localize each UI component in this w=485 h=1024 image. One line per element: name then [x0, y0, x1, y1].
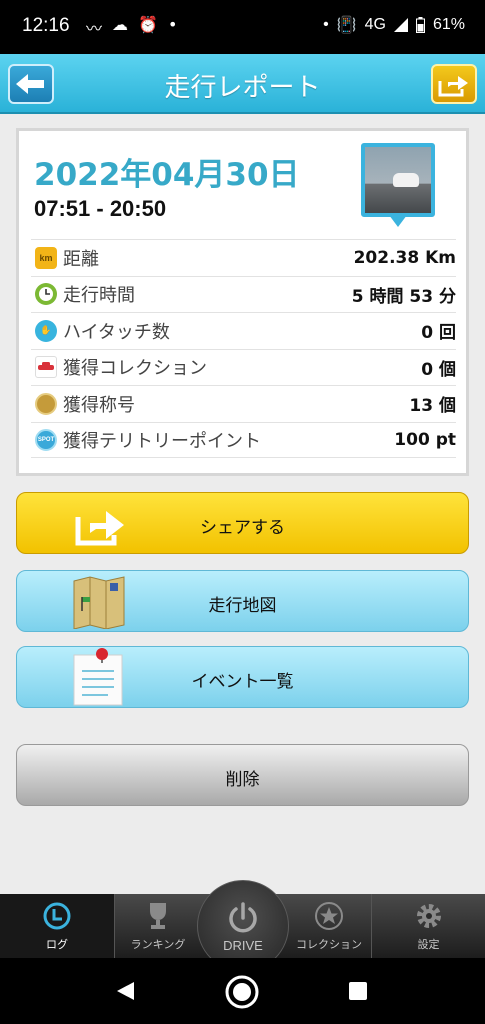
dot-icon: • [323, 16, 329, 33]
delete-button-label: 削除 [225, 770, 260, 790]
stat-label: ハイタッチ数 [63, 321, 170, 343]
stat-row-collection: 獲得コレクション 0 個 [31, 348, 456, 386]
status-system-icons: • 📳 4G 61% [323, 15, 465, 35]
vibrate-icon: 📳 [336, 17, 357, 34]
thumbnail-pin-pointer [389, 215, 407, 227]
car-collection-icon [35, 356, 57, 379]
km-icon: km [35, 246, 57, 269]
tab-settings[interactable]: 設定 [372, 894, 485, 958]
tab-label: 設定 [417, 938, 440, 951]
event-list-button-label: イベント一覧 [191, 672, 294, 692]
tab-ranking[interactable]: ランキング [114, 894, 202, 958]
status-time: 12:16 [22, 15, 70, 36]
weather-icon: ☁ [112, 15, 129, 34]
signal-wave-icon: 〰 [86, 19, 103, 38]
report-card: 2022年04月30日 07:51 - 20:50 km 距離 202.38 K… [16, 128, 469, 476]
stat-value: 0 回 [421, 323, 456, 344]
stat-row-territory-points: SPOT 獲得テリトリーポイント 100 pt [31, 421, 456, 458]
star-icon [313, 900, 345, 932]
stat-value: 100 pt [394, 429, 456, 450]
high-touch-icon: ✋ [35, 319, 57, 342]
report-time-range: 07:51 - 20:50 [34, 196, 167, 221]
drive-map-button-label: 走行地図 [208, 596, 277, 616]
header-share-button[interactable] [431, 64, 477, 104]
tab-label: コレクション [296, 938, 362, 951]
page-title: 走行レポート [164, 73, 321, 103]
stat-label: 走行時間 [63, 285, 135, 307]
network-type: 4G [364, 16, 386, 33]
stat-label: 距離 [63, 248, 99, 270]
status-notification-icons: 〰 ☁ ⏰ • [86, 15, 177, 39]
system-home-icon[interactable] [224, 974, 260, 1010]
delete-button[interactable]: 削除 [16, 744, 469, 806]
stat-label: 獲得称号 [63, 394, 135, 416]
title-medal-icon [35, 392, 57, 415]
nav-divider [371, 894, 372, 958]
tab-label: ログ [46, 938, 68, 951]
stat-label: 獲得コレクション [63, 358, 207, 380]
system-recents-icon[interactable] [348, 981, 368, 1001]
signal-icon [393, 18, 408, 32]
trophy-icon [142, 900, 174, 932]
tab-collection[interactable]: コレクション [286, 894, 372, 958]
system-nav-bar [0, 958, 485, 1024]
tab-label: ランキング [130, 938, 186, 951]
stat-value: 0 個 [421, 359, 456, 380]
dot-icon: • [167, 15, 178, 34]
stat-row-drive-time: 走行時間 5 時間 53 分 [31, 275, 456, 313]
stat-row-high-touch: ✋ ハイタッチ数 0 回 [31, 312, 456, 349]
drive-photo-thumbnail[interactable] [361, 143, 435, 217]
nav-divider [114, 894, 115, 958]
battery-level: 61% [432, 16, 465, 33]
clock-icon [35, 283, 57, 306]
spot-icon: SPOT [35, 428, 57, 451]
drive-button-label: DRIVE [223, 937, 263, 953]
stat-row-titles: 獲得称号 13 個 [31, 385, 456, 422]
share-arrow-icon [438, 76, 468, 97]
power-icon [229, 901, 257, 932]
stat-value: 5 時間 53 分 [351, 286, 456, 307]
log-clock-icon [41, 900, 73, 932]
stat-value: 202.38 Km [353, 247, 456, 268]
event-list-button[interactable]: イベント一覧 [16, 646, 469, 708]
stat-value: 13 個 [409, 396, 456, 417]
report-date: 2022年04月30日 [34, 157, 300, 193]
status-bar: 12:16 〰 ☁ ⏰ • • 📳 4G 61% [0, 0, 485, 54]
stat-row-distance: km 距離 202.38 Km [31, 239, 456, 276]
car-image [393, 173, 419, 187]
alarm-icon: ⏰ [138, 15, 158, 34]
tab-log[interactable]: ログ [0, 894, 114, 958]
report-stats-list: km 距離 202.38 Km 走行時間 5 時間 53 分 ✋ ハイタッチ数 … [31, 239, 456, 458]
stat-label: 獲得テリトリーポイント [63, 430, 261, 452]
share-button-label: シェアする [200, 518, 285, 538]
share-button[interactable]: シェアする [16, 492, 469, 554]
gear-icon [413, 900, 445, 932]
battery-icon [415, 17, 425, 33]
drive-map-button[interactable]: 走行地図 [16, 570, 469, 632]
system-back-icon[interactable] [114, 980, 136, 1002]
app-header: 走行レポート [0, 54, 485, 114]
